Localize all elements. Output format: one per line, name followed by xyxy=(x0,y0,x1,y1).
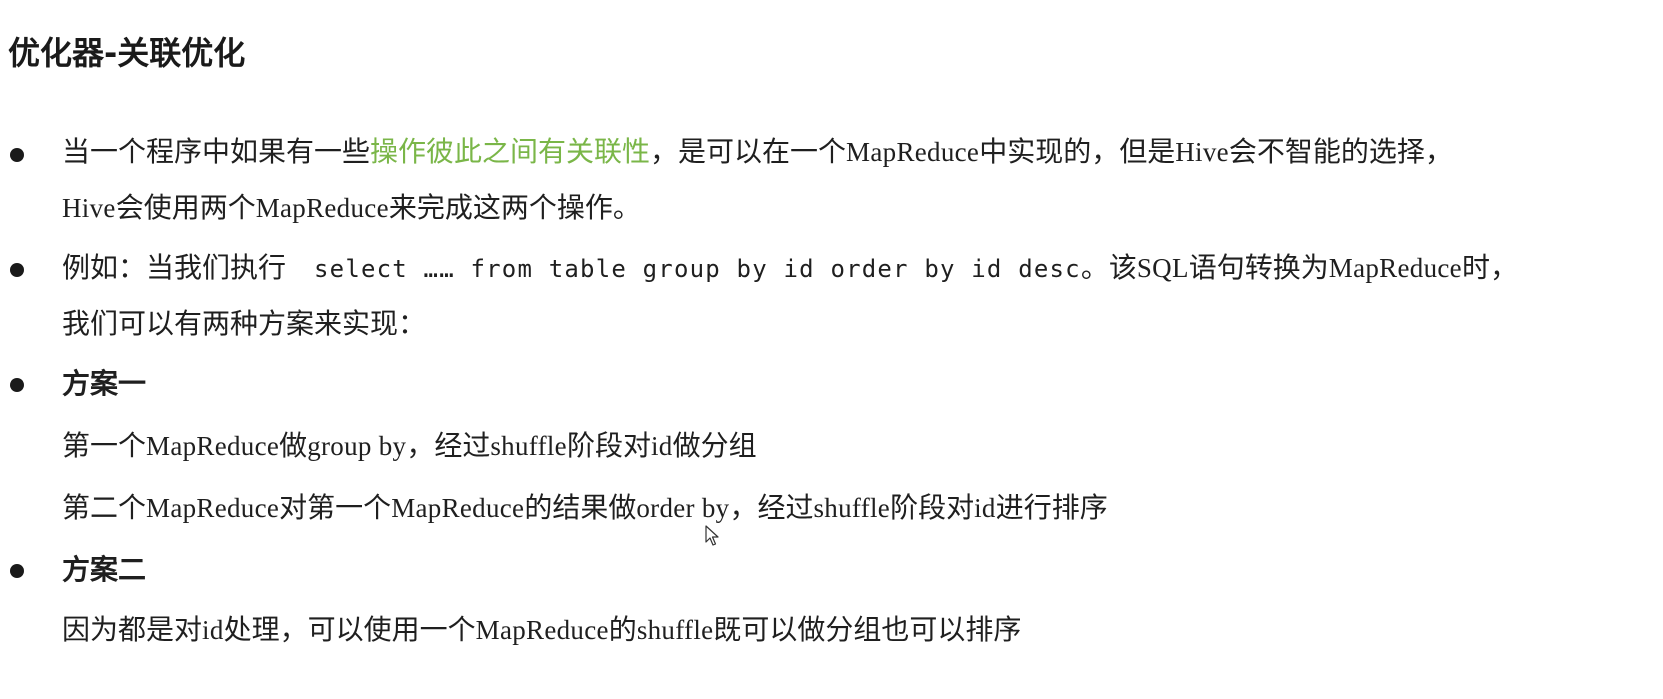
bullet-dot-3 xyxy=(10,378,24,392)
bullet-2-line-2: 我们可以有两种方案来实现： xyxy=(62,306,426,342)
term-mapreduce: MapReduce xyxy=(846,137,980,167)
scheme-one-line-2: 第二个MapReduce对第一个MapReduce的结果做order by，经过… xyxy=(62,490,1108,526)
scheme-two-line-1: 因为都是对id处理，可以使用一个MapReduce的shuffle既可以做分组也… xyxy=(62,612,1021,648)
bullet-dot-1 xyxy=(10,148,24,162)
text-segment: 第一个 xyxy=(62,429,147,462)
text-segment: 例如：当我们执行 xyxy=(62,251,287,284)
term-mapreduce: MapReduce xyxy=(146,431,280,461)
heading-text: 方案一 xyxy=(62,367,147,400)
bullet-1-line-1: 当一个程序中如果有一些操作彼此之间有关联性，是可以在一个MapReduce中实现… xyxy=(62,134,1453,170)
text-segment: 语句转换为 xyxy=(1188,251,1329,284)
text-segment: 的 xyxy=(608,613,637,646)
term-id: id xyxy=(650,431,673,461)
term-mapreduce: MapReduce xyxy=(475,615,609,645)
mouse-pointer-icon xyxy=(705,525,719,546)
term-group-by: group by xyxy=(307,431,407,461)
text-segment: 第二个 xyxy=(62,491,147,524)
text-segment: 来完成这两个操作。 xyxy=(388,191,641,224)
text-segment: ，经过 xyxy=(406,429,491,462)
text-segment: 做分组 xyxy=(672,429,757,462)
bullet-dot-4 xyxy=(10,564,24,578)
page-title: 优化器-关联优化 xyxy=(8,34,246,72)
term-order-by: order by xyxy=(636,493,730,523)
text-segment: 的结果做 xyxy=(524,491,637,524)
term-id: id xyxy=(974,493,996,523)
term-shuffle: shuffle xyxy=(490,431,567,461)
text-segment: 做 xyxy=(279,429,308,462)
text-segment: 既可以做分组也可以排序 xyxy=(713,613,1022,646)
text-segment: ，是可以在一个 xyxy=(650,135,847,168)
text-segment: 时， xyxy=(1461,251,1518,284)
text-segment: 进行排序 xyxy=(995,491,1108,524)
term-hive: Hive xyxy=(62,193,116,223)
scheme-two-heading: 方案二 xyxy=(62,552,146,588)
text-segment: ，经过 xyxy=(729,491,814,524)
heading-text: 方案二 xyxy=(62,553,147,586)
term-shuffle: shuffle xyxy=(636,615,714,645)
term-sql: SQL xyxy=(1136,253,1189,283)
text-segment: 阶段对 xyxy=(890,491,975,524)
term-mapreduce: MapReduce xyxy=(1328,253,1462,283)
highlight-text: 操作彼此之间有关联性 xyxy=(370,135,651,168)
term-mapreduce: MapReduce xyxy=(391,493,525,523)
text-segment: 中实现的，但是 xyxy=(979,135,1176,168)
term-mapreduce: MapReduce xyxy=(146,493,280,523)
bullet-1-line-2: Hive会使用两个MapReduce来完成这两个操作。 xyxy=(62,190,641,226)
term-shuffle: shuffle xyxy=(813,493,891,523)
text-segment: 会不智能的选择， xyxy=(1228,135,1453,168)
text-segment: 阶段对 xyxy=(566,429,651,462)
scheme-one-heading: 方案一 xyxy=(62,366,146,402)
term-mapreduce: MapReduce xyxy=(255,193,389,223)
text-segment: 我们可以有两种方案来实现： xyxy=(62,307,427,340)
term-id: id xyxy=(202,615,224,645)
text-segment: 会使用两个 xyxy=(115,191,256,224)
sql-code: select …… from table group by id order b… xyxy=(314,255,1081,283)
scheme-one-line-1: 第一个MapReduce做group by，经过shuffle阶段对id做分组 xyxy=(62,428,757,464)
bullet-2-line-1: 例如：当我们执行 select …… from table group by id… xyxy=(62,250,1518,287)
bullet-dot-2 xyxy=(10,263,24,277)
term-hive: Hive xyxy=(1175,137,1229,167)
text-segment: 处理，可以使用一个 xyxy=(223,613,476,646)
text-segment: 因为都是对 xyxy=(62,613,203,646)
text-segment: 当一个程序中如果有一些 xyxy=(62,135,371,168)
text-segment: 对第一个 xyxy=(279,491,392,524)
text-segment: 。该 xyxy=(1080,251,1137,284)
